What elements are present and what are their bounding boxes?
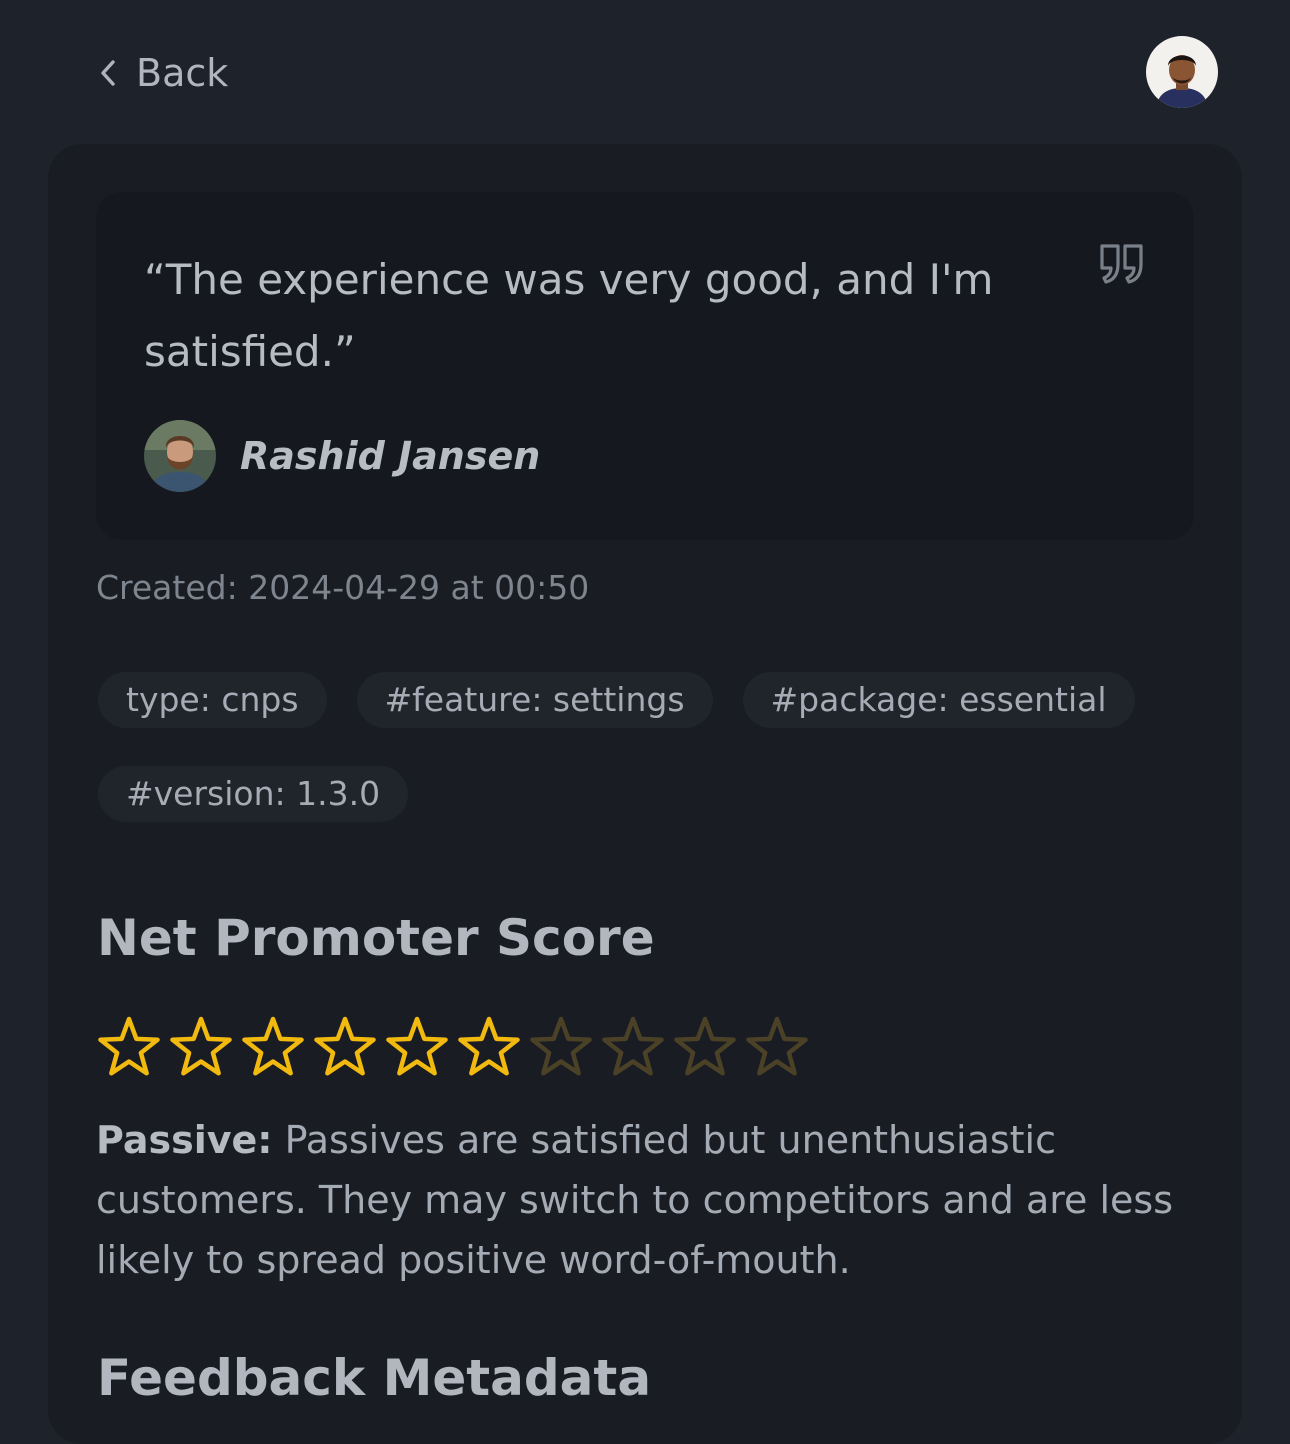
star-filled-icon[interactable] (456, 1014, 522, 1080)
author: Rashid Jansen (144, 420, 540, 492)
star-empty-icon[interactable] (744, 1014, 810, 1080)
nps-category-label: Passive: (96, 1118, 273, 1162)
author-name: Rashid Jansen (240, 434, 541, 478)
star-filled-icon[interactable] (96, 1014, 162, 1080)
testimonial-card: “The experience was very good, and I'm s… (96, 192, 1194, 540)
top-bar: Back (0, 0, 1290, 144)
tag-list: type: cnps #feature: settings #package: … (98, 672, 1158, 822)
back-label: Back (136, 51, 229, 95)
star-empty-icon[interactable] (528, 1014, 594, 1080)
star-filled-icon[interactable] (312, 1014, 378, 1080)
star-empty-icon[interactable] (672, 1014, 738, 1080)
tag-chip[interactable]: type: cnps (98, 672, 327, 728)
quote-text: “The experience was very good, and I'm s… (144, 255, 994, 376)
back-button[interactable]: Back (96, 48, 228, 98)
star-filled-icon[interactable] (384, 1014, 450, 1080)
user-avatar[interactable] (1146, 36, 1218, 108)
star-filled-icon[interactable] (168, 1014, 234, 1080)
feedback-panel: “The experience was very good, and I'm s… (48, 144, 1242, 1444)
created-timestamp: Created: 2024-04-29 at 00:50 (96, 568, 590, 607)
nps-description: Passive: Passives are satisfied but unen… (96, 1110, 1196, 1290)
tag-chip[interactable]: #feature: settings (356, 672, 713, 728)
quote-icon (1098, 242, 1146, 286)
tag-chip[interactable]: #package: essential (742, 672, 1135, 728)
metadata-title: Feedback Metadata (97, 1349, 652, 1407)
nps-title: Net Promoter Score (97, 909, 655, 967)
star-empty-icon[interactable] (600, 1014, 666, 1080)
nps-star-rating (96, 1014, 810, 1080)
author-avatar (144, 420, 216, 492)
star-filled-icon[interactable] (240, 1014, 306, 1080)
tag-chip[interactable]: #version: 1.3.0 (98, 766, 409, 822)
chevron-left-icon (96, 57, 120, 89)
